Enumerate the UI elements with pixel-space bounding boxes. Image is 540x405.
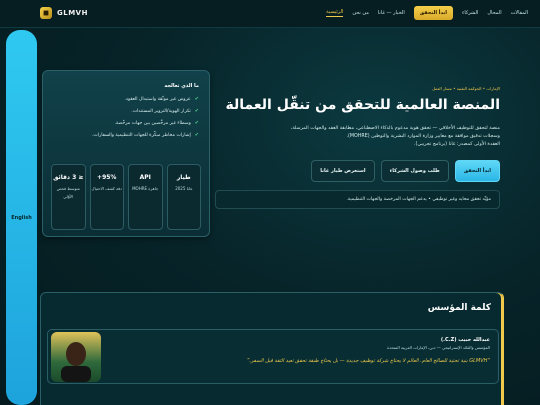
founder-section-title: كلمة المؤسس	[427, 303, 491, 313]
hero-description-2: وسجلات تدقيق موافقة مع معايير وزارة المو…	[346, 134, 500, 139]
breadcrumb: الإمارات • الحوكمة التقنية • مسار العمل	[432, 86, 500, 91]
problems-panel: ما الذي تعالجه ✔ عروض غير موثّقة واستبدال…	[42, 70, 210, 237]
nav-partners[interactable]: الشركاء	[462, 10, 478, 16]
page-title: المنصة العالمية للتحقق من تنقّل العمالة	[225, 97, 500, 113]
neutral-note: مؤيِّد تحقق محايد وغير توظيفي • يدعم الج…	[215, 190, 500, 209]
nav-about[interactable]: من نحن	[352, 10, 369, 16]
brand-logo-icon	[40, 7, 52, 19]
stat-card: 95%+ دقة كشف الاحتيال	[89, 164, 124, 230]
ghana-pilot-button[interactable]: استعرض طيار غانا	[311, 160, 375, 182]
brand-name: GLMVH	[57, 9, 88, 17]
founder-card: عبدالله حبيب (C.Z.) المؤسس والقائد الإست…	[47, 329, 499, 384]
list-item: ✔ تكرار الهوية/التزوير المستندات.	[131, 108, 199, 114]
founder-quote: “GLMVH بنية تحتية للصالح العام. العالم ل…	[246, 358, 490, 364]
nav-workers[interactable]: المحال	[487, 10, 501, 16]
nav-home[interactable]: الرئيسية	[326, 9, 344, 17]
founder-section: كلمة المؤسس عبدالله حبيب (C.Z.) المؤسس و…	[40, 292, 504, 405]
stat-card: API جاهزة MOHRE	[128, 164, 163, 230]
hero-description-3: العقدة الأولى كمصدر: غانا (برنامج تجريبي…	[413, 142, 500, 147]
stat-card: طيار غانا 2025	[166, 164, 201, 230]
nav-articles[interactable]: المقالات	[511, 10, 528, 16]
list-item: ✔ عروض غير موثّقة واستبدال العقود.	[124, 96, 199, 102]
check-icon: ✔	[194, 108, 199, 114]
avatar	[51, 332, 101, 382]
start-verification-button[interactable]: ابدأ التحقق	[454, 160, 500, 182]
cta-row: ابدأ التحقق طلب وصول الشركاء استعرض طيار…	[215, 160, 500, 182]
hero-description-1: منصة لتحقق للتوظيف الأخلاقي — تحقق هوية …	[290, 126, 500, 131]
language-label: English	[11, 214, 32, 221]
nav-ghana[interactable]: الخبار — غانا	[378, 10, 405, 16]
panel-title: ما الذي تعالجه	[164, 83, 199, 89]
brand[interactable]: GLMVH	[40, 7, 88, 19]
language-switch[interactable]: English	[6, 30, 37, 405]
founder-name: عبدالله حبيب (C.Z.)	[440, 337, 490, 343]
check-icon: ✔	[194, 120, 199, 126]
check-icon: ✔	[194, 96, 199, 102]
top-bar: GLMVH الرئيسية من نحن الخبار — غانا ابدأ…	[0, 0, 540, 28]
nav-start-button[interactable]: ابدأ التحقق	[413, 6, 453, 20]
founder-role: المؤسس والقائد الإستراتيجي — دبي، الإمار…	[387, 345, 490, 350]
check-icon: ✔	[194, 132, 199, 138]
main-nav: الرئيسية من نحن الخبار — غانا ابدأ التحق…	[326, 6, 528, 20]
stat-card: ≤ 3 دقائق متوسط فحص الأوّلي	[51, 164, 86, 230]
partner-access-button[interactable]: طلب وصول الشركاء	[380, 160, 449, 182]
list-item: ✔ إشارات مخاطر مبكّرة للجهات التنظيمية وا…	[91, 132, 199, 138]
list-item: ✔ وسطاء غير مرخَّصين بين جهات مرخّصة.	[114, 120, 199, 126]
hero: الإمارات • الحوكمة التقنية • مسار العمل …	[215, 86, 500, 209]
stats-row: ≤ 3 دقائق متوسط فحص الأوّلي 95%+ دقة كشف ا…	[51, 164, 201, 230]
